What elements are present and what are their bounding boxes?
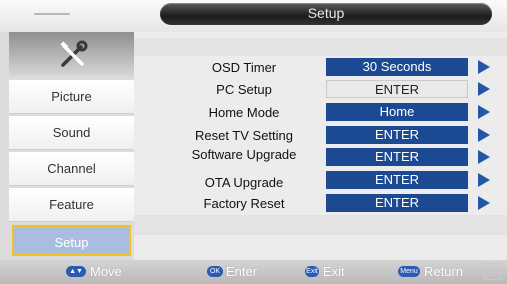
- setting-label: Factory Reset: [203, 196, 285, 211]
- header-bar: Setup: [0, 0, 507, 32]
- hint-label: Enter: [226, 264, 258, 279]
- arrow-right-icon[interactable]: [478, 150, 490, 164]
- panel-band: [134, 38, 507, 56]
- arrow-right-icon[interactable]: [478, 60, 490, 74]
- setting-row-osd-timer[interactable]: OSD Timer 30 Seconds: [134, 58, 507, 78]
- tools-tile: [9, 32, 134, 76]
- arrow-right-icon[interactable]: [478, 173, 490, 187]
- hint-move: ▲▼ Move: [66, 264, 146, 280]
- arrow-right-icon[interactable]: [478, 196, 490, 210]
- arrow-right-icon[interactable]: [478, 105, 490, 119]
- setting-label: Software Upgrade: [191, 147, 297, 162]
- setting-label: Reset TV Setting: [194, 128, 294, 143]
- settings-panel: OSD Timer 30 Seconds PC Setup ENTER Home…: [134, 32, 507, 260]
- title-pill: Setup: [160, 3, 492, 25]
- setting-label: Home Mode: [208, 105, 280, 120]
- setting-row-factory-reset[interactable]: Factory Reset ENTER: [134, 194, 507, 214]
- corner-frame: [484, 263, 502, 280]
- sidebar-item-setup[interactable]: Setup: [12, 225, 131, 256]
- setting-label: OTA Upgrade: [204, 175, 284, 190]
- hint-exit: Exit Exit: [305, 264, 365, 280]
- hint-label: Move: [90, 264, 122, 279]
- page-title: Setup: [307, 5, 345, 21]
- setting-row-home-mode[interactable]: Home Mode Home: [134, 103, 507, 123]
- setting-value[interactable]: ENTER: [326, 171, 468, 189]
- setting-value[interactable]: ENTER: [326, 148, 468, 166]
- ok-key-icon: OK: [207, 266, 223, 277]
- brand-mark: [34, 13, 70, 15]
- setting-value[interactable]: ENTER: [326, 80, 468, 98]
- panel-band: [134, 215, 507, 235]
- hint-enter: OK Enter: [207, 264, 277, 280]
- hint-label: Exit: [323, 264, 345, 279]
- setting-row-ota-upgrade[interactable]: OTA Upgrade ENTER: [134, 171, 507, 191]
- arrow-right-icon[interactable]: [478, 82, 490, 96]
- setting-label: PC Setup: [216, 82, 272, 97]
- sidebar-item-sound[interactable]: Sound: [9, 116, 134, 150]
- menu-key-icon: Menu: [398, 266, 420, 277]
- hint-label: Return: [424, 264, 464, 279]
- setting-label: OSD Timer: [211, 60, 277, 75]
- sidebar-item-channel[interactable]: Channel: [9, 152, 134, 186]
- updown-key-icon: ▲▼: [66, 266, 86, 277]
- setting-value[interactable]: ENTER: [326, 126, 468, 144]
- hint-return: Menu Return: [398, 264, 478, 280]
- setting-value[interactable]: ENTER: [326, 194, 468, 212]
- hint-bar: ▲▼ Move OK Enter Exit Exit Menu Return: [0, 260, 507, 284]
- arrow-right-icon[interactable]: [478, 128, 490, 142]
- setting-value[interactable]: Home: [326, 103, 468, 121]
- setting-row-reset-tv[interactable]: Reset TV Setting ENTER: [134, 126, 507, 146]
- sidebar-item-feature[interactable]: Feature: [9, 188, 134, 222]
- tools-icon: [60, 40, 88, 67]
- sidebar-item-picture[interactable]: Picture: [9, 80, 134, 114]
- setting-value[interactable]: 30 Seconds: [326, 58, 468, 76]
- exit-key-icon: Exit: [305, 266, 319, 277]
- setting-row-pc-setup[interactable]: PC Setup ENTER: [134, 80, 507, 100]
- setting-row-software-upgrade[interactable]: Software Upgrade ENTER: [134, 147, 507, 168]
